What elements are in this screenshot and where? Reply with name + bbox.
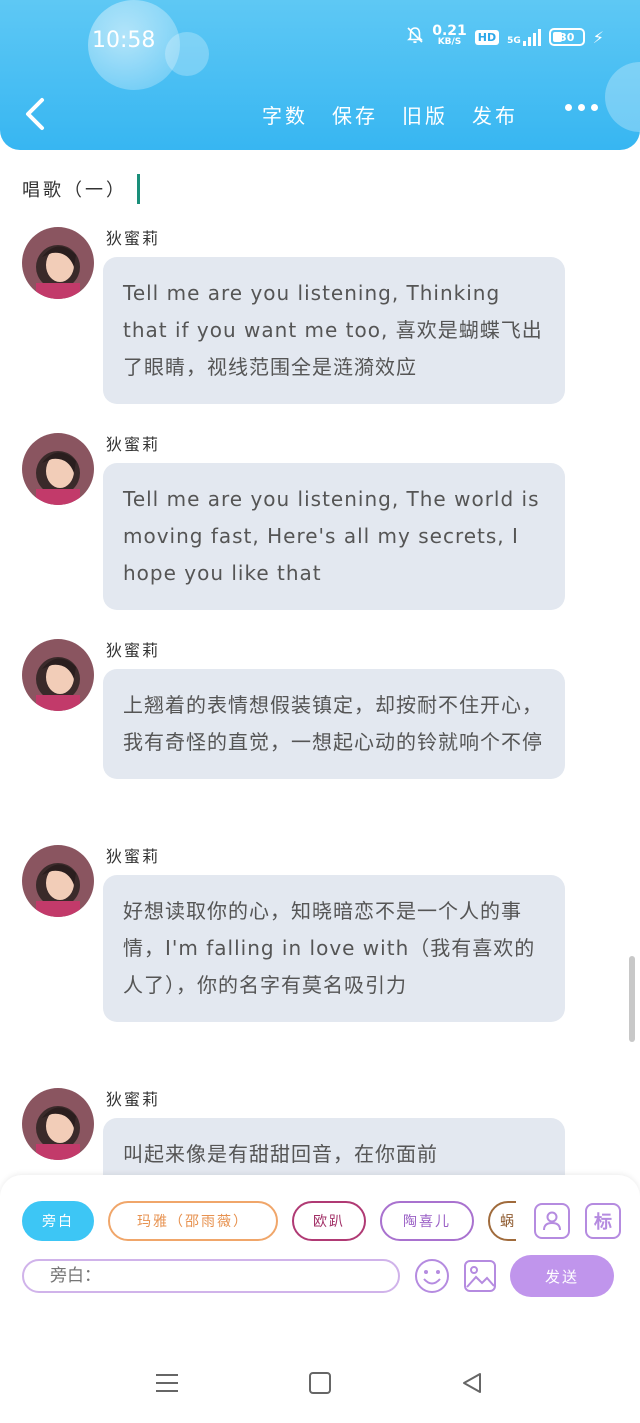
chapter-title[interactable]: 唱歌（一） (22, 174, 140, 204)
role-selector: 旁白 玛雅（邵雨薇） 欧趴 陶喜儿 蜗 (22, 1201, 516, 1243)
publish-button[interactable]: 发布 (472, 100, 518, 129)
header-actions: 字数 保存 旧版 发布 (262, 100, 518, 129)
tag-button[interactable]: 标 (585, 1203, 621, 1239)
back-triangle-icon[interactable] (460, 1371, 484, 1395)
mute-bell-icon (406, 26, 424, 48)
speaker-name: 狄蜜莉 (106, 847, 161, 866)
word-count-button[interactable]: 字数 (262, 100, 308, 129)
decorative-bubble (605, 62, 640, 132)
role-manage-icon[interactable] (534, 1203, 570, 1239)
input-panel: 旁白 玛雅（邵雨薇） 欧趴 陶喜儿 蜗 标 发送 (0, 1175, 640, 1347)
message-bubble[interactable]: Tell me are you listening, Thinking that… (103, 257, 565, 404)
message-bubble[interactable]: 上翘着的表情想假装镇定，却按耐不住开心，我有奇怪的直觉，一想起心动的铃就响个不停 (103, 669, 565, 779)
scrollbar[interactable] (629, 956, 635, 1042)
charging-icon: ⚡ (592, 27, 604, 47)
speaker-name: 狄蜜莉 (106, 1090, 161, 1109)
message-bubble[interactable]: Tell me are you listening, The world is … (103, 463, 565, 610)
avatar[interactable] (22, 227, 94, 299)
back-button[interactable] (22, 96, 52, 132)
system-nav-bar (0, 1347, 640, 1423)
avatar[interactable] (22, 639, 94, 711)
network-speed: 0.21 KB/S (432, 23, 467, 47)
text-cursor (137, 174, 140, 204)
image-icon[interactable] (463, 1259, 497, 1293)
role-chip[interactable]: 蜗 (488, 1201, 516, 1241)
battery-icon: 30 (548, 28, 585, 46)
home-icon[interactable] (309, 1372, 331, 1394)
speaker-name: 狄蜜莉 (106, 435, 161, 454)
more-options-icon[interactable] (565, 104, 598, 111)
hd-badge: HD (474, 29, 500, 45)
chevron-left-icon (26, 98, 44, 130)
menu-icon[interactable] (155, 1372, 179, 1394)
role-chip-narrator[interactable]: 旁白 (22, 1201, 94, 1241)
role-chip[interactable]: 陶喜儿 (380, 1201, 474, 1241)
save-button[interactable]: 保存 (332, 100, 378, 129)
role-chip[interactable]: 玛雅（邵雨薇） (108, 1201, 278, 1241)
speaker-name: 狄蜜莉 (106, 229, 161, 248)
avatar[interactable] (22, 845, 94, 917)
decorative-bubble (165, 32, 209, 76)
message-input[interactable] (22, 1259, 400, 1293)
avatar[interactable] (22, 433, 94, 505)
cell-signal-icon: 5G (507, 28, 541, 46)
emoji-icon[interactable] (414, 1258, 450, 1294)
speaker-name: 狄蜜莉 (106, 641, 161, 660)
role-chip[interactable]: 欧趴 (292, 1201, 366, 1241)
send-button[interactable]: 发送 (510, 1255, 614, 1297)
message-bubble[interactable]: 好想读取你的心，知晓暗恋不是一个人的事情，I'm falling in love… (103, 875, 565, 1022)
old-version-button[interactable]: 旧版 (402, 100, 448, 129)
status-time: 10:58 (92, 28, 156, 53)
avatar[interactable] (22, 1088, 94, 1160)
app-header: 10:58 0.21 KB/S HD 5G 30 ⚡ 字数 保存 旧版 发布 (0, 0, 640, 150)
status-icons: 0.21 KB/S HD 5G 30 ⚡ (406, 23, 604, 48)
